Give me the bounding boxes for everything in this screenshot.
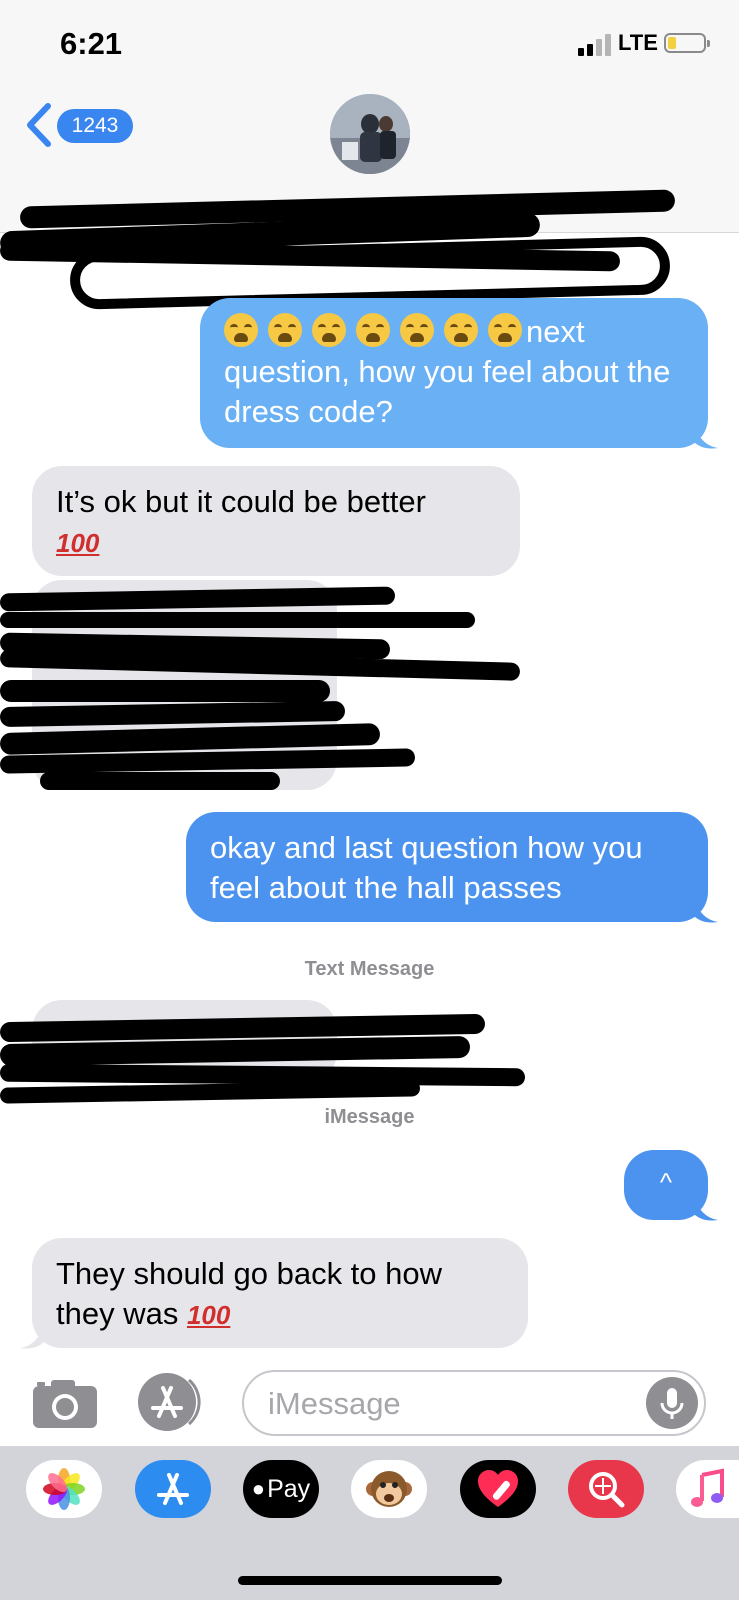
animoji-icon[interactable] <box>351 1460 427 1518</box>
sent-message-text: ^ <box>659 1167 673 1197</box>
contact-avatar[interactable] <box>330 94 410 174</box>
battery-icon <box>664 33 710 53</box>
home-indicator[interactable] <box>238 1576 502 1585</box>
search-images-icon[interactable] <box>568 1460 644 1518</box>
redaction-scribble <box>40 772 280 790</box>
crying-face-emoji <box>488 313 522 347</box>
app-store-icon[interactable] <box>135 1460 211 1518</box>
service-label: Text Message <box>304 958 435 980</box>
camera-icon[interactable] <box>33 1378 97 1428</box>
bubble-tail <box>20 1324 44 1349</box>
message-input[interactable]: iMessage <box>242 1370 706 1436</box>
dictation-microphone-icon[interactable] <box>646 1377 698 1429</box>
service-label: iMessage <box>324 1106 415 1128</box>
apple-pay-label: Pay <box>267 1474 311 1503</box>
message-input-placeholder: iMessage <box>268 1386 401 1421</box>
sent-message-text: okay and last question how you feel abou… <box>210 830 643 905</box>
redaction-scribble <box>0 612 475 628</box>
digital-touch-icon[interactable] <box>460 1460 536 1518</box>
redaction-scribble <box>0 680 330 702</box>
sent-message-bubble[interactable]: okay and last question how you feel abou… <box>186 812 708 922</box>
back-chevron-icon[interactable] <box>22 100 62 150</box>
crying-face-emoji <box>268 313 302 347</box>
music-icon[interactable] <box>676 1460 739 1518</box>
apple-logo-icon: ● <box>251 1476 266 1501</box>
app-store-icon[interactable] <box>137 1372 203 1432</box>
crying-face-emoji <box>224 313 258 347</box>
received-message-bubble[interactable]: It’s ok but it could be better 100 <box>32 466 520 576</box>
apple-pay-icon[interactable]: ● Pay <box>243 1460 319 1518</box>
photos-icon[interactable] <box>26 1460 102 1518</box>
hundred-points-emoji: 100 <box>186 1300 231 1330</box>
crying-face-emoji <box>444 313 478 347</box>
back-unread-count-badge[interactable]: 1243 <box>57 109 133 143</box>
bubble-tail <box>694 898 718 923</box>
redaction-scribble <box>0 1080 421 1104</box>
bubble-tail <box>694 424 718 449</box>
bubble-tail <box>694 1196 718 1221</box>
received-message-bubble[interactable]: They should go back to how they was 100 <box>32 1238 528 1348</box>
hundred-points-emoji: 100 <box>56 528 100 558</box>
carrier-label: LTE <box>618 30 658 55</box>
sent-message-bubble[interactable]: next question, how you feel about the dr… <box>200 298 708 448</box>
crying-face-emoji <box>312 313 346 347</box>
received-message-text: They should go back to how they was <box>56 1256 443 1331</box>
signal-strength-icon <box>578 34 614 56</box>
crying-face-emoji <box>400 313 434 347</box>
crying-face-emoji <box>356 313 390 347</box>
status-time: 6:21 <box>60 26 123 61</box>
received-message-text: It’s ok but it could be better <box>56 484 426 519</box>
